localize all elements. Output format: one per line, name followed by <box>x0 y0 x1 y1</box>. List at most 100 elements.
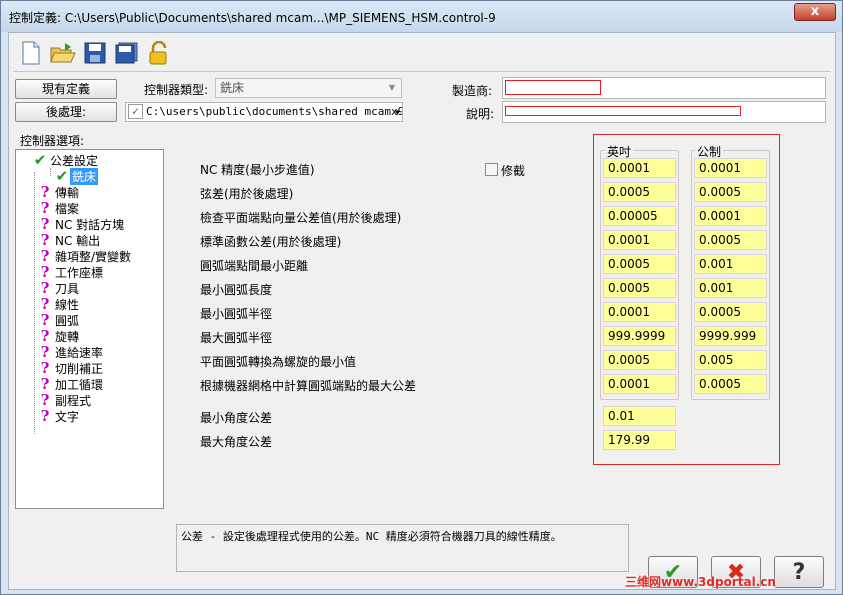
tree-item-nc-dialog[interactable]: ? NC 對話方塊 <box>38 215 125 233</box>
row-label: 標準函數公差(用於後處理) <box>200 235 342 249</box>
inch-value-field[interactable]: 0.0005 <box>603 278 676 298</box>
control-definition-window: 控制定義: C:\Users\Public\Documents\shared m… <box>0 0 843 595</box>
inch-value-field[interactable]: 999.9999 <box>603 326 676 346</box>
inch-value-field[interactable]: 0.0005 <box>603 254 676 274</box>
tree-item-feedrate[interactable]: ? 進給速率 <box>38 344 103 360</box>
description-field[interactable] <box>502 101 826 123</box>
tree-item-linear[interactable]: ? 線性 <box>38 296 79 312</box>
row-label: 弦差(用於後處理) <box>200 187 294 201</box>
manufacturer-field[interactable] <box>502 77 826 99</box>
tree-item-mill[interactable]: ✔ 銑床 <box>54 167 99 185</box>
tree-item-nc-output[interactable]: ? NC 輸出 <box>38 231 101 249</box>
inch-value-field[interactable]: 0.0001 <box>603 158 676 178</box>
save-as-icon[interactable] <box>113 39 141 67</box>
metric-value-field[interactable]: 0.001 <box>694 278 767 298</box>
row-label: 最小角度公差 <box>200 411 273 425</box>
description-label: 說明: <box>466 107 495 121</box>
post-path-select[interactable]: ✓ C:\users\public\documents\shared mcamx… <box>125 102 403 122</box>
toolbar <box>17 39 173 69</box>
metric-value-field[interactable]: 9999.999 <box>694 326 767 346</box>
new-file-icon[interactable] <box>17 39 45 67</box>
metric-value-field[interactable]: 0.0001 <box>694 206 767 226</box>
inch-value-field[interactable]: 0.0001 <box>603 302 676 322</box>
tree-item-transfer[interactable]: ? 傳輸 <box>38 184 79 200</box>
check-icon: ✔ <box>55 167 69 185</box>
metric-value-field[interactable]: 0.0005 <box>694 374 767 394</box>
inch-value-field[interactable]: 0.0001 <box>603 230 676 250</box>
post-processor-button[interactable]: 後處理: <box>15 102 117 122</box>
tree-item-cycles[interactable]: ? 加工循環 <box>38 376 103 392</box>
inch-value-field[interactable]: 0.00005 <box>603 206 676 226</box>
modify-checkbox[interactable] <box>485 163 498 176</box>
metric-value-field[interactable]: 0.0005 <box>694 302 767 322</box>
question-icon: ? <box>40 215 50 233</box>
row-label: 最小圓弧半徑 <box>200 307 273 321</box>
row-label: 圓弧端點間最小距離 <box>200 259 309 273</box>
description-input[interactable] <box>505 106 741 116</box>
tree-item-text[interactable]: ? 文字 <box>38 408 79 424</box>
inch-value-field[interactable]: 0.0005 <box>603 182 676 202</box>
row-label: NC 精度(最小步進值) <box>200 163 315 177</box>
tree-item-work-coords[interactable]: ? 工作座標 <box>38 264 103 280</box>
check-icon: ✔ <box>33 151 47 169</box>
lock-icon[interactable] <box>145 39 173 67</box>
question-icon: ? <box>40 279 50 297</box>
angle-value-field[interactable]: 0.01 <box>603 406 676 426</box>
toolbar-divider <box>13 71 831 72</box>
manufacturer-label: 製造商: <box>452 84 493 98</box>
inch-value-field[interactable]: 0.0001 <box>603 374 676 394</box>
controller-options-tree[interactable]: ✔ 公差設定 ✔ 銑床 ? 傳輸 ? 檔案 ? NC 對話方塊 ? NC 輸出 ? 雜項整… <box>15 149 164 509</box>
angle-value-field[interactable]: 179.99 <box>603 430 676 450</box>
question-icon: ? <box>40 263 50 281</box>
dialog-client: 現有定義 後處理: 控制器類型: 銑床 ▼ ✓ C:\users\public\… <box>8 32 836 590</box>
controller-type-value: 銑床 <box>220 81 245 95</box>
metric-value-field[interactable]: 0.0001 <box>694 158 767 178</box>
window-title: 控制定義: C:\Users\Public\Documents\shared m… <box>9 11 496 25</box>
manufacturer-input[interactable] <box>505 80 601 95</box>
tree-item-tolerance[interactable]: ✔ 公差設定 <box>32 152 98 168</box>
question-icon: ? <box>40 375 50 393</box>
modify-label: 修截 <box>501 164 526 178</box>
close-button[interactable]: x <box>794 3 836 21</box>
question-icon: ? <box>40 311 50 329</box>
tree-item-arc[interactable]: ? 圓弧 <box>38 312 79 328</box>
question-icon: ? <box>40 231 50 249</box>
post-path-value: C:\users\public\documents\shared mcamx9' <box>146 105 403 118</box>
tree-item-tools[interactable]: ? 刀具 <box>38 280 79 296</box>
tree-item-files[interactable]: ? 檔案 <box>38 200 79 216</box>
row-label: 檢查平面端點向量公差值(用於後處理) <box>200 211 402 225</box>
question-icon: ? <box>40 295 50 313</box>
save-icon[interactable] <box>81 39 109 67</box>
metric-value-field[interactable]: 0.001 <box>694 254 767 274</box>
row-label: 平面圓弧轉換為螺旋的最小值 <box>200 355 357 369</box>
open-folder-icon[interactable] <box>49 39 77 67</box>
question-icon: ? <box>40 327 50 345</box>
current-definition-button[interactable]: 現有定義 <box>15 79 117 99</box>
help-button[interactable]: ? <box>774 556 824 588</box>
document-check-icon: ✓ <box>128 104 143 119</box>
tree-item-subprograms[interactable]: ? 副程式 <box>38 392 91 408</box>
tree-item-misc-variables[interactable]: ? 雜項整/實變數 <box>38 248 131 264</box>
chevron-down-icon: ▼ <box>395 108 400 117</box>
question-icon: ? <box>40 247 50 265</box>
tree-connector <box>34 172 35 434</box>
row-label: 根據機器網格中計算圓弧端點的最大公差 <box>200 379 417 393</box>
question-icon: ? <box>40 359 50 377</box>
tree-item-cutter-comp[interactable]: ? 切削補正 <box>38 360 103 376</box>
question-icon: ? <box>40 183 50 201</box>
chevron-down-icon: ▼ <box>388 83 396 92</box>
inch-value-field[interactable]: 0.0005 <box>603 350 676 370</box>
metric-value-field[interactable]: 0.005 <box>694 350 767 370</box>
help-description: 公差 - 設定後處理程式使用的公差。NC 精度必須符合機器刀具的線性精度。 <box>176 524 629 572</box>
site-watermark: 三维网www.3dportal.cn <box>625 575 776 589</box>
tree-item-rotary[interactable]: ? 旋轉 <box>38 328 79 344</box>
metric-value-field[interactable]: 0.0005 <box>694 230 767 250</box>
row-label: 最小圓弧長度 <box>200 283 273 297</box>
row-label: 最大圓弧半徑 <box>200 331 273 345</box>
metric-value-field[interactable]: 0.0005 <box>694 182 767 202</box>
controller-options-label: 控制器選項: <box>20 134 85 148</box>
question-icon: ? <box>40 391 50 409</box>
title-bar[interactable]: 控制定義: C:\Users\Public\Documents\shared m… <box>1 1 842 32</box>
controller-type-select[interactable]: 銑床 ▼ <box>215 78 402 98</box>
tree-connector <box>50 168 51 176</box>
